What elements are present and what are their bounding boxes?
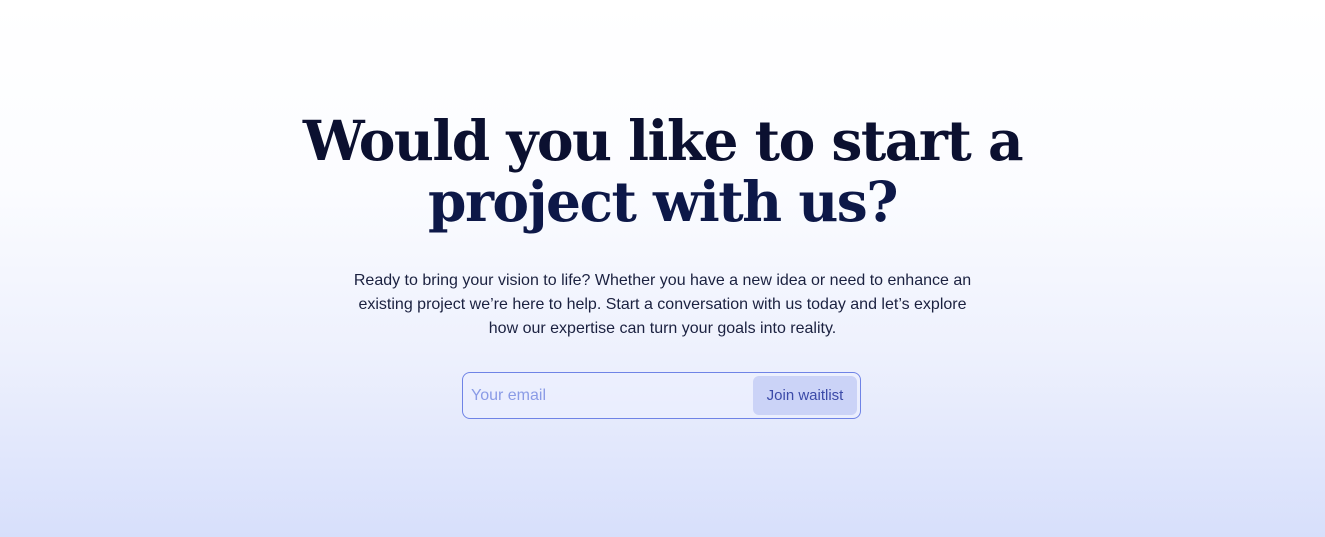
description-text: Ready to bring your vision to life? Whet… (353, 272, 972, 337)
page-title: Would you like to start a project with u… (0, 110, 1325, 232)
join-waitlist-button[interactable]: Join waitlist (753, 376, 857, 415)
waitlist-form: Join waitlist (462, 372, 861, 419)
headline-line-2: project with us? (427, 169, 899, 234)
headline-line-1: Would you like to start a (302, 108, 1024, 173)
cta-section: Would you like to start a project with u… (0, 0, 1325, 537)
email-field[interactable] (464, 374, 750, 417)
